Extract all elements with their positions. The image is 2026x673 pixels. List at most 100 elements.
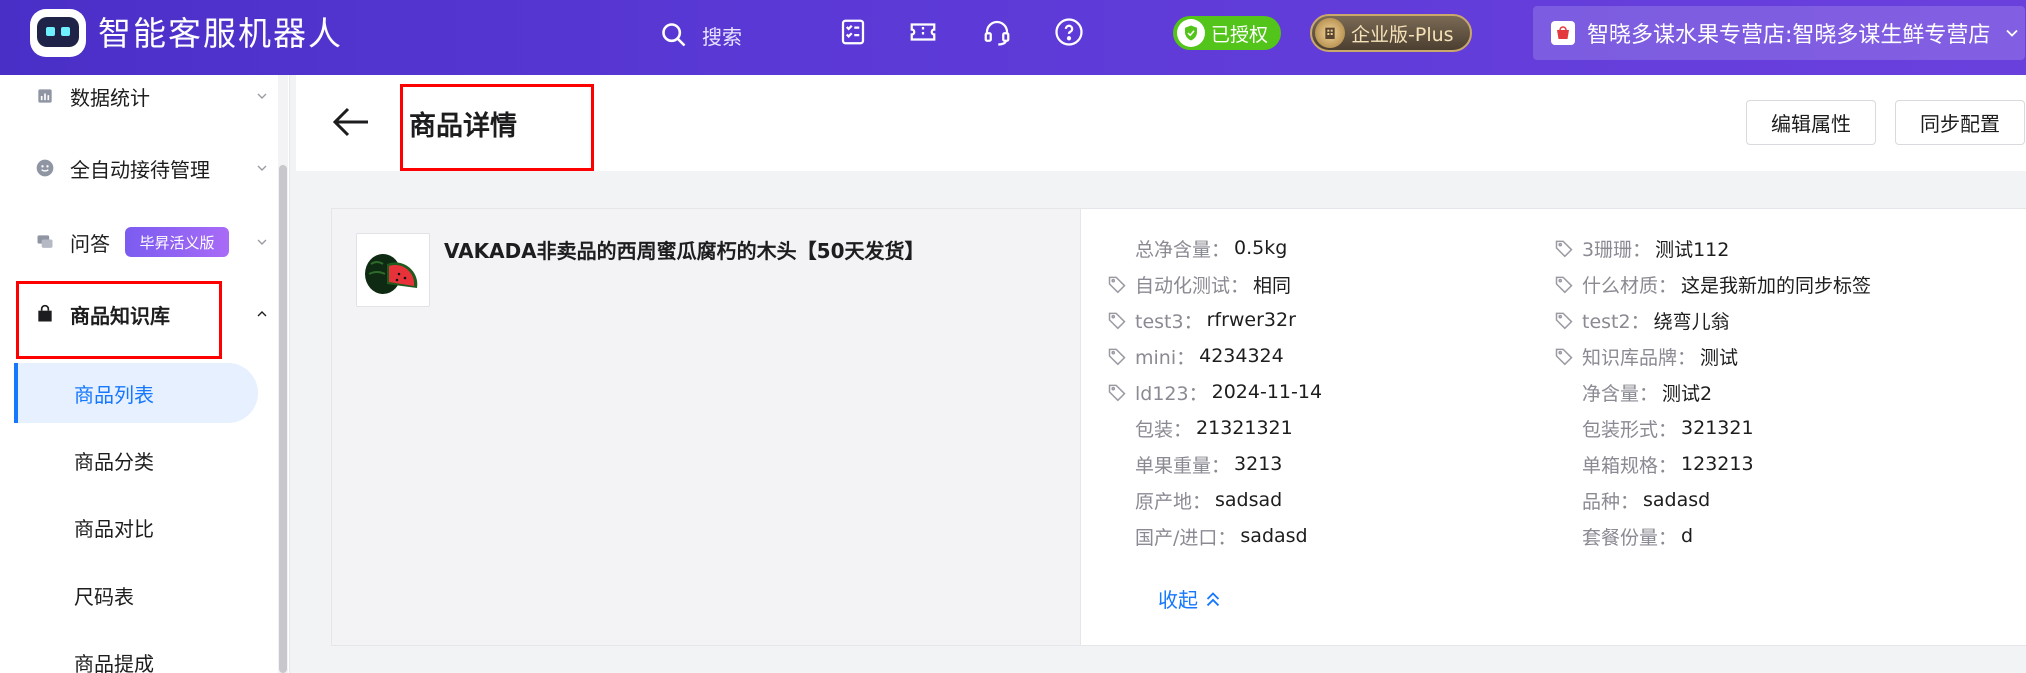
attribute-value: 0.5kg xyxy=(1234,237,1288,259)
attribute-key: 知识库品牌： xyxy=(1582,346,1697,369)
attribute-value: 相同 xyxy=(1253,274,1292,297)
chevron-up-icon xyxy=(257,311,267,317)
attribute-row: 国产/进口： sadasd xyxy=(1107,521,1308,551)
sidebar-subitem-size-chart[interactable]: 尺码表 xyxy=(14,565,258,625)
subitem-label: 商品对比 xyxy=(74,516,154,541)
attribute-key: 包装： xyxy=(1135,418,1193,441)
top-bar: 智能客服机器人 搜索 已授权 企业版-Plus 智晓多谋水果专营店:智晓多谋生鲜… xyxy=(0,0,2026,75)
attribute-value: 测试112 xyxy=(1655,238,1730,261)
attribute-key: 单箱规格： xyxy=(1582,454,1678,477)
product-summary-card xyxy=(331,208,1081,646)
sidebar-item-auto-reception[interactable]: 全自动接待管理 xyxy=(0,138,278,198)
sidebar-subitem-product-category[interactable]: 商品分类 xyxy=(14,430,258,490)
attribute-row: 什么材质： 这是我新加的同步标签 xyxy=(1554,269,1871,299)
tag-icon xyxy=(1108,312,1126,330)
attribute-row: 单箱规格： 123213 xyxy=(1554,449,1754,479)
product-name: VAKADA非卖品的西周蜜瓜腐朽的木头【50天发货】 xyxy=(444,239,925,263)
attribute-value: 123213 xyxy=(1681,453,1754,475)
attribute-key: 总净含量： xyxy=(1135,238,1231,261)
chevron-down-icon xyxy=(257,93,267,99)
attribute-key: 品种： xyxy=(1582,490,1640,513)
attribute-row: 品种： sadasd xyxy=(1554,485,1710,515)
checklist-icon[interactable] xyxy=(838,17,868,47)
attribute-value: 测试 xyxy=(1700,346,1739,369)
robot-logo-icon xyxy=(30,9,86,57)
sidebar-subitem-commission[interactable]: 商品提成 xyxy=(14,632,258,673)
back-arrow-icon[interactable] xyxy=(330,104,372,140)
attribute-key: 包装形式： xyxy=(1582,418,1678,441)
attribute-row: test3： rfrwer32r xyxy=(1107,305,1296,335)
attribute-value: 这是我新加的同步标签 xyxy=(1681,274,1872,297)
attribute-value: 3213 xyxy=(1234,453,1283,475)
attribute-value: rfrwer32r xyxy=(1206,309,1296,331)
subitem-label: 商品列表 xyxy=(74,382,154,407)
attribute-key: 什么材质： xyxy=(1582,274,1678,297)
attribute-value: sadasd xyxy=(1643,489,1711,511)
attribute-row: 自动化测试： 相同 xyxy=(1107,269,1291,299)
attribute-value: d xyxy=(1681,525,1694,547)
attribute-key: mini： xyxy=(1135,346,1196,369)
attribute-value: 2024-11-14 xyxy=(1211,381,1323,403)
attribute-row: test2： 绕弯儿翁 xyxy=(1554,305,1730,335)
sidebar-item-label: 问答 xyxy=(70,231,110,256)
attribute-row: 净含量： 测试2 xyxy=(1554,377,1712,407)
collapse-button[interactable]: 收起 xyxy=(1158,584,1224,613)
help-icon[interactable] xyxy=(1054,17,1084,47)
subitem-label: 商品分类 xyxy=(74,449,154,474)
building-icon xyxy=(1315,18,1345,48)
attribute-row: 原产地： sadsad xyxy=(1107,485,1282,515)
attribute-key: 3珊珊： xyxy=(1582,238,1652,261)
watermelon-image xyxy=(365,254,418,294)
shop-selector[interactable]: 智晓多谋水果专营店:智晓多谋生鲜专营店 xyxy=(1533,6,2025,60)
attribute-value: 21321321 xyxy=(1196,417,1293,439)
edition-label: 企业版-Plus xyxy=(1351,23,1454,46)
edit-attributes-button[interactable]: 编辑属性 xyxy=(1746,100,1876,145)
shop-name: 智晓多谋水果专营店:智晓多谋生鲜专营店 xyxy=(1587,23,1991,48)
sidebar-item-statistics[interactable]: 数据统计 xyxy=(0,66,278,126)
attribute-key: test2： xyxy=(1582,310,1650,333)
shop-logo-icon xyxy=(1551,21,1575,45)
attribute-row: 3珊珊： 测试112 xyxy=(1554,233,1729,263)
tag-icon xyxy=(1108,348,1126,366)
bag-icon xyxy=(38,304,52,322)
search-icon xyxy=(662,23,686,47)
attribute-row: 包装： 21321321 xyxy=(1107,413,1293,443)
tag-icon xyxy=(1108,276,1126,294)
attribute-key: 净含量： xyxy=(1582,382,1659,405)
attribute-value: 绕弯儿翁 xyxy=(1653,310,1730,333)
attribute-key: 国产/进口： xyxy=(1135,526,1237,549)
sync-config-button[interactable]: 同步配置 xyxy=(1895,100,2025,145)
search-label: 搜索 xyxy=(702,24,742,49)
attribute-value: 测试2 xyxy=(1662,382,1713,405)
sidebar-item-product-knowledge[interactable]: 商品知识库 xyxy=(0,284,278,344)
shield-check-icon xyxy=(1177,19,1205,47)
attribute-row: 知识库品牌： 测试 xyxy=(1554,341,1738,371)
attribute-row: mini： 4234324 xyxy=(1107,341,1284,371)
attribute-key: ld123： xyxy=(1135,382,1208,405)
authorized-label: 已授权 xyxy=(1211,23,1269,46)
collapse-label: 收起 xyxy=(1158,588,1198,612)
tag-icon xyxy=(1555,348,1573,366)
headset-icon[interactable] xyxy=(982,17,1012,47)
product-thumbnail xyxy=(356,233,430,307)
attribute-key: 自动化测试： xyxy=(1135,274,1250,297)
attribute-value: sadsad xyxy=(1215,489,1283,511)
attribute-value: 4234324 xyxy=(1199,345,1284,367)
attribute-row: 套餐份量： d xyxy=(1554,521,1693,551)
page-title: 商品详情 xyxy=(409,111,517,142)
sidebar-item-label: 数据统计 xyxy=(70,85,150,110)
attribute-row: ld123： 2024-11-14 xyxy=(1107,377,1322,407)
tag-icon xyxy=(1555,276,1573,294)
attribute-key: 原产地： xyxy=(1135,490,1212,513)
tag-icon xyxy=(1108,384,1126,402)
qa-tag-badge: 毕昇活义版 xyxy=(125,227,229,257)
sidebar-subitem-product-list[interactable]: 商品列表 xyxy=(14,363,258,423)
attribute-row: 总净含量： 0.5kg xyxy=(1107,233,1287,263)
chevron-down-icon xyxy=(2006,29,2019,37)
app-title: 智能客服机器人 xyxy=(98,14,343,53)
ticket-icon[interactable] xyxy=(908,17,938,47)
face-icon xyxy=(36,159,54,177)
sidebar-scrollbar-thumb[interactable] xyxy=(279,165,287,673)
search-button[interactable]: 搜索 xyxy=(660,17,742,53)
sidebar-subitem-product-compare[interactable]: 商品对比 xyxy=(14,497,258,557)
